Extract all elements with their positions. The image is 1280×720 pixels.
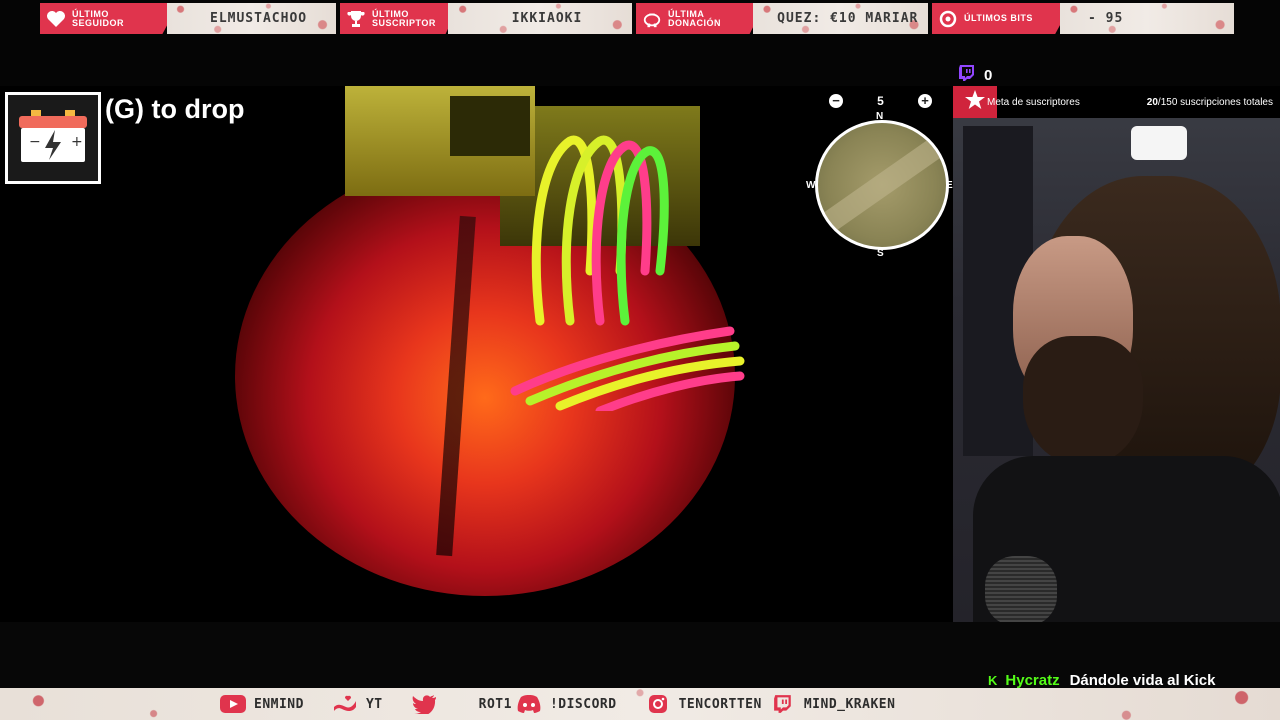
sub-goal-count: 20/150 suscripciones totales xyxy=(1146,96,1273,108)
twitch-icon xyxy=(770,694,796,714)
social-rot1[interactable]: ROT1 xyxy=(479,697,512,712)
social-twitch[interactable]: MIND_KRAKEN xyxy=(770,694,896,714)
svg-text:−: − xyxy=(29,134,41,150)
last-follower-value: ELMUSTACHOO xyxy=(167,3,336,34)
zoom-out-button[interactable]: − xyxy=(829,94,843,108)
instagram-icon xyxy=(645,694,671,714)
background-object xyxy=(1131,126,1187,160)
alerts-bar: Último seguidor ELMUSTACHOO Último suscr… xyxy=(40,3,1238,34)
glowing-coils xyxy=(510,135,745,411)
last-subscriber-value: IKKIAOKI xyxy=(448,3,632,34)
compass-north: N xyxy=(876,111,884,122)
piggy-bank-icon xyxy=(642,9,662,29)
compass-east: E xyxy=(946,180,953,191)
social-youtube[interactable]: ENMIND xyxy=(220,694,304,714)
twitter-icon xyxy=(411,694,437,714)
webcam-feed xyxy=(953,86,1280,623)
svg-text:+: + xyxy=(71,134,83,150)
last-follower-widget: Último seguidor ELMUSTACHOO xyxy=(40,3,336,34)
youtube-icon xyxy=(220,694,246,714)
last-bits-widget: Últimos bits - 95 xyxy=(932,3,1234,34)
zoom-level: 5 xyxy=(877,94,884,108)
sub-goal-label: Meta de suscriptores xyxy=(987,96,1080,108)
heart-icon xyxy=(46,9,66,29)
social-discord[interactable]: !DISCORD xyxy=(516,694,617,714)
discord-icon xyxy=(516,694,542,714)
battery-icon: − + xyxy=(17,108,89,169)
last-subscriber-widget: Último suscriptor IKKIAOKI xyxy=(340,3,632,34)
minimap-zoom-controls: − 5 + xyxy=(829,93,932,109)
compass-west: W xyxy=(806,180,816,191)
last-follower-label: Último seguidor xyxy=(72,8,125,28)
streamer-beard xyxy=(1023,336,1143,466)
chat-username: Hycratz xyxy=(1005,672,1060,689)
viewer-counter: 0 xyxy=(958,64,992,87)
zoom-in-button[interactable]: + xyxy=(918,94,932,108)
bits-icon xyxy=(938,9,958,29)
star-icon xyxy=(964,89,986,116)
held-item-slot: − + xyxy=(5,92,101,184)
social-instagram[interactable]: TENCORTTEN xyxy=(645,694,762,714)
compass-south: S xyxy=(877,248,884,259)
microphone xyxy=(985,556,1057,623)
last-donation-value: QUEZ: €10 MARIAR xyxy=(753,3,928,34)
social-yt-support[interactable]: YT xyxy=(332,694,383,714)
viewer-count: 0 xyxy=(984,67,993,84)
last-bits-value: - 95 xyxy=(1060,3,1234,34)
kick-badge: K xyxy=(988,673,998,688)
trophy-icon xyxy=(346,9,366,29)
drop-hint: (G) to drop xyxy=(105,94,245,124)
last-bits-label: Últimos bits xyxy=(964,13,1033,23)
last-subscriber-label: Último suscriptor xyxy=(372,8,436,28)
last-donation-label: Última donación xyxy=(668,8,721,28)
sub-goal-bar: Meta de suscriptores 20/150 suscripcione… xyxy=(953,86,1280,118)
heart-hand-icon xyxy=(332,694,358,714)
social-twitter[interactable] xyxy=(411,694,445,714)
social-links-bar: ENMIND YT ROT1 !DISCORD TENCORTTEN MIND_… xyxy=(0,688,1280,720)
game-viewport xyxy=(0,86,953,622)
last-donation-widget: Última donación QUEZ: €10 MARIAR xyxy=(636,3,928,34)
twitch-icon xyxy=(958,64,976,87)
chat-text: Dándole vida al Kick xyxy=(1069,672,1216,689)
chat-message: K Hycratz Dándole vida al Kick xyxy=(988,672,1215,689)
minimap xyxy=(815,120,949,250)
